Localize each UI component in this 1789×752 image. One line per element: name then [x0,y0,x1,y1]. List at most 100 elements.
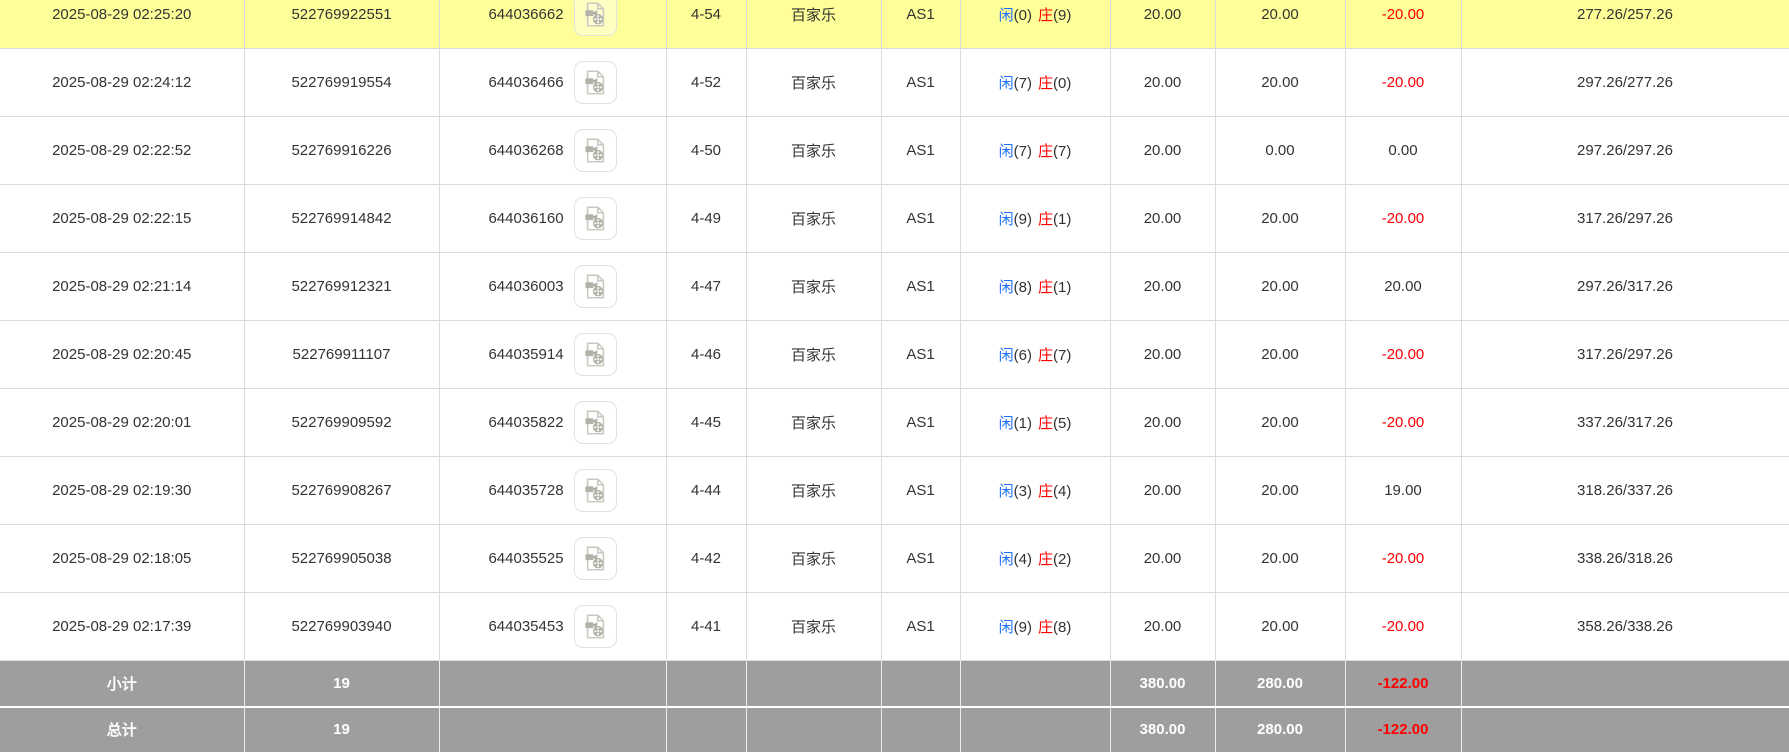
cell-game-no: 644035453 [439,593,666,661]
cell-round: 4-45 [666,389,746,457]
bet-history-viewport: 2025-08-29 02:25:20 522769922551 6440366… [0,0,1789,752]
video-replay-button[interactable] [574,401,617,444]
cell-bet-amount: 20.00 [1110,525,1215,593]
summary-valid-total: 280.00 [1215,707,1345,752]
result-player-score: (1) [1014,415,1032,432]
cell-round: 4-54 [666,0,746,49]
result-player-score: (3) [1014,483,1032,500]
cell-round: 4-44 [666,457,746,525]
cell-result: 闲(0)庄(9) [960,0,1110,49]
table-row[interactable]: 2025-08-29 02:22:52 522769916226 6440362… [0,117,1789,185]
cell-valid-bet: 20.00 [1215,457,1345,525]
cell-bet-amount: 20.00 [1110,0,1215,49]
cell-result: 闲(6)庄(7) [960,321,1110,389]
cell-table-id: AS1 [881,49,960,117]
result-player-score: (9) [1014,211,1032,228]
cell-table-id: AS1 [881,593,960,661]
cell-time: 2025-08-29 02:17:39 [0,593,244,661]
table-row[interactable]: 2025-08-29 02:19:30 522769908267 6440357… [0,457,1789,525]
table-row[interactable]: 2025-08-29 02:21:14 522769912321 6440360… [0,253,1789,321]
video-file-icon [582,477,609,504]
result-banker-label: 庄 [1038,551,1053,568]
summary-count: 19 [244,661,439,707]
result-banker-score: (2) [1053,551,1071,568]
cell-order-no: 522769912321 [244,253,439,321]
cell-order-no: 522769909592 [244,389,439,457]
cell-bet-amount: 20.00 [1110,593,1215,661]
cell-time: 2025-08-29 02:20:45 [0,321,244,389]
cell-round: 4-47 [666,253,746,321]
table-body: 2025-08-29 02:25:20 522769922551 6440366… [0,0,1789,752]
bet-history-table: 2025-08-29 02:25:20 522769922551 6440366… [0,0,1789,752]
cell-order-no: 522769916226 [244,117,439,185]
video-file-icon [582,1,609,28]
table-row[interactable]: 2025-08-29 02:17:39 522769903940 6440354… [0,593,1789,661]
cell-time: 2025-08-29 02:19:30 [0,457,244,525]
table-row[interactable]: 2025-08-29 02:24:12 522769919554 6440364… [0,49,1789,117]
cell-win-loss: -20.00 [1345,49,1461,117]
cell-result: 闲(7)庄(7) [960,117,1110,185]
table-row[interactable]: 2025-08-29 02:20:45 522769911107 6440359… [0,321,1789,389]
cell-round: 4-52 [666,49,746,117]
table-row[interactable]: 2025-08-29 02:18:05 522769905038 6440355… [0,525,1789,593]
cell-table-id: AS1 [881,389,960,457]
cell-win-loss: 20.00 [1345,253,1461,321]
video-replay-button[interactable] [574,333,617,376]
video-replay-button[interactable] [574,537,617,580]
video-replay-button[interactable] [574,605,617,648]
cell-valid-bet: 20.00 [1215,0,1345,49]
table-row[interactable]: 2025-08-29 02:22:15 522769914842 6440361… [0,185,1789,253]
game-no-text: 644035914 [488,346,563,363]
result-player-label: 闲 [999,347,1014,364]
game-no-text: 644036003 [488,278,563,295]
cell-table-id: AS1 [881,321,960,389]
table-row[interactable]: 2025-08-29 02:25:20 522769922551 6440366… [0,0,1789,49]
cell-bet-amount: 20.00 [1110,457,1215,525]
cell-order-no: 522769903940 [244,593,439,661]
video-replay-button[interactable] [574,0,617,36]
cell-round: 4-41 [666,593,746,661]
cell-game-no: 644036662 [439,0,666,49]
cell-game-type: 百家乐 [746,389,881,457]
cell-time: 2025-08-29 02:22:52 [0,117,244,185]
cell-time: 2025-08-29 02:25:20 [0,0,244,49]
result-banker-score: (0) [1053,75,1071,92]
cell-game-no: 644036160 [439,185,666,253]
table-row[interactable]: 2025-08-29 02:20:01 522769909592 6440358… [0,389,1789,457]
cell-bet-amount: 20.00 [1110,185,1215,253]
result-banker-score: (8) [1053,619,1071,636]
cell-game-type: 百家乐 [746,185,881,253]
result-banker-score: (5) [1053,415,1071,432]
video-replay-button[interactable] [574,265,617,308]
cell-round: 4-46 [666,321,746,389]
cell-result: 闲(1)庄(5) [960,389,1110,457]
cell-balance: 318.26/337.26 [1461,457,1789,525]
video-file-icon [582,69,609,96]
video-replay-button[interactable] [574,469,617,512]
result-player-label: 闲 [999,7,1014,24]
video-file-icon [582,409,609,436]
result-player-label: 闲 [999,279,1014,296]
result-player-score: (7) [1014,75,1032,92]
game-no-text: 644035453 [488,618,563,635]
result-banker-label: 庄 [1038,279,1053,296]
video-replay-button[interactable] [574,197,617,240]
video-replay-button[interactable] [574,129,617,172]
summary-bet-total: 380.00 [1110,707,1215,752]
game-no-text: 644036268 [488,142,563,159]
cell-game-no: 644035822 [439,389,666,457]
video-replay-button[interactable] [574,61,617,104]
cell-game-type: 百家乐 [746,457,881,525]
video-file-icon [582,205,609,232]
cell-bet-amount: 20.00 [1110,321,1215,389]
cell-valid-bet: 20.00 [1215,185,1345,253]
video-file-icon [582,613,609,640]
result-banker-score: (7) [1053,347,1071,364]
result-banker-score: (1) [1053,211,1071,228]
cell-game-no: 644036268 [439,117,666,185]
cell-result: 闲(9)庄(8) [960,593,1110,661]
summary-valid-total: 280.00 [1215,661,1345,707]
cell-result: 闲(9)庄(1) [960,185,1110,253]
cell-win-loss: -20.00 [1345,525,1461,593]
summary-label: 总计 [0,707,244,752]
